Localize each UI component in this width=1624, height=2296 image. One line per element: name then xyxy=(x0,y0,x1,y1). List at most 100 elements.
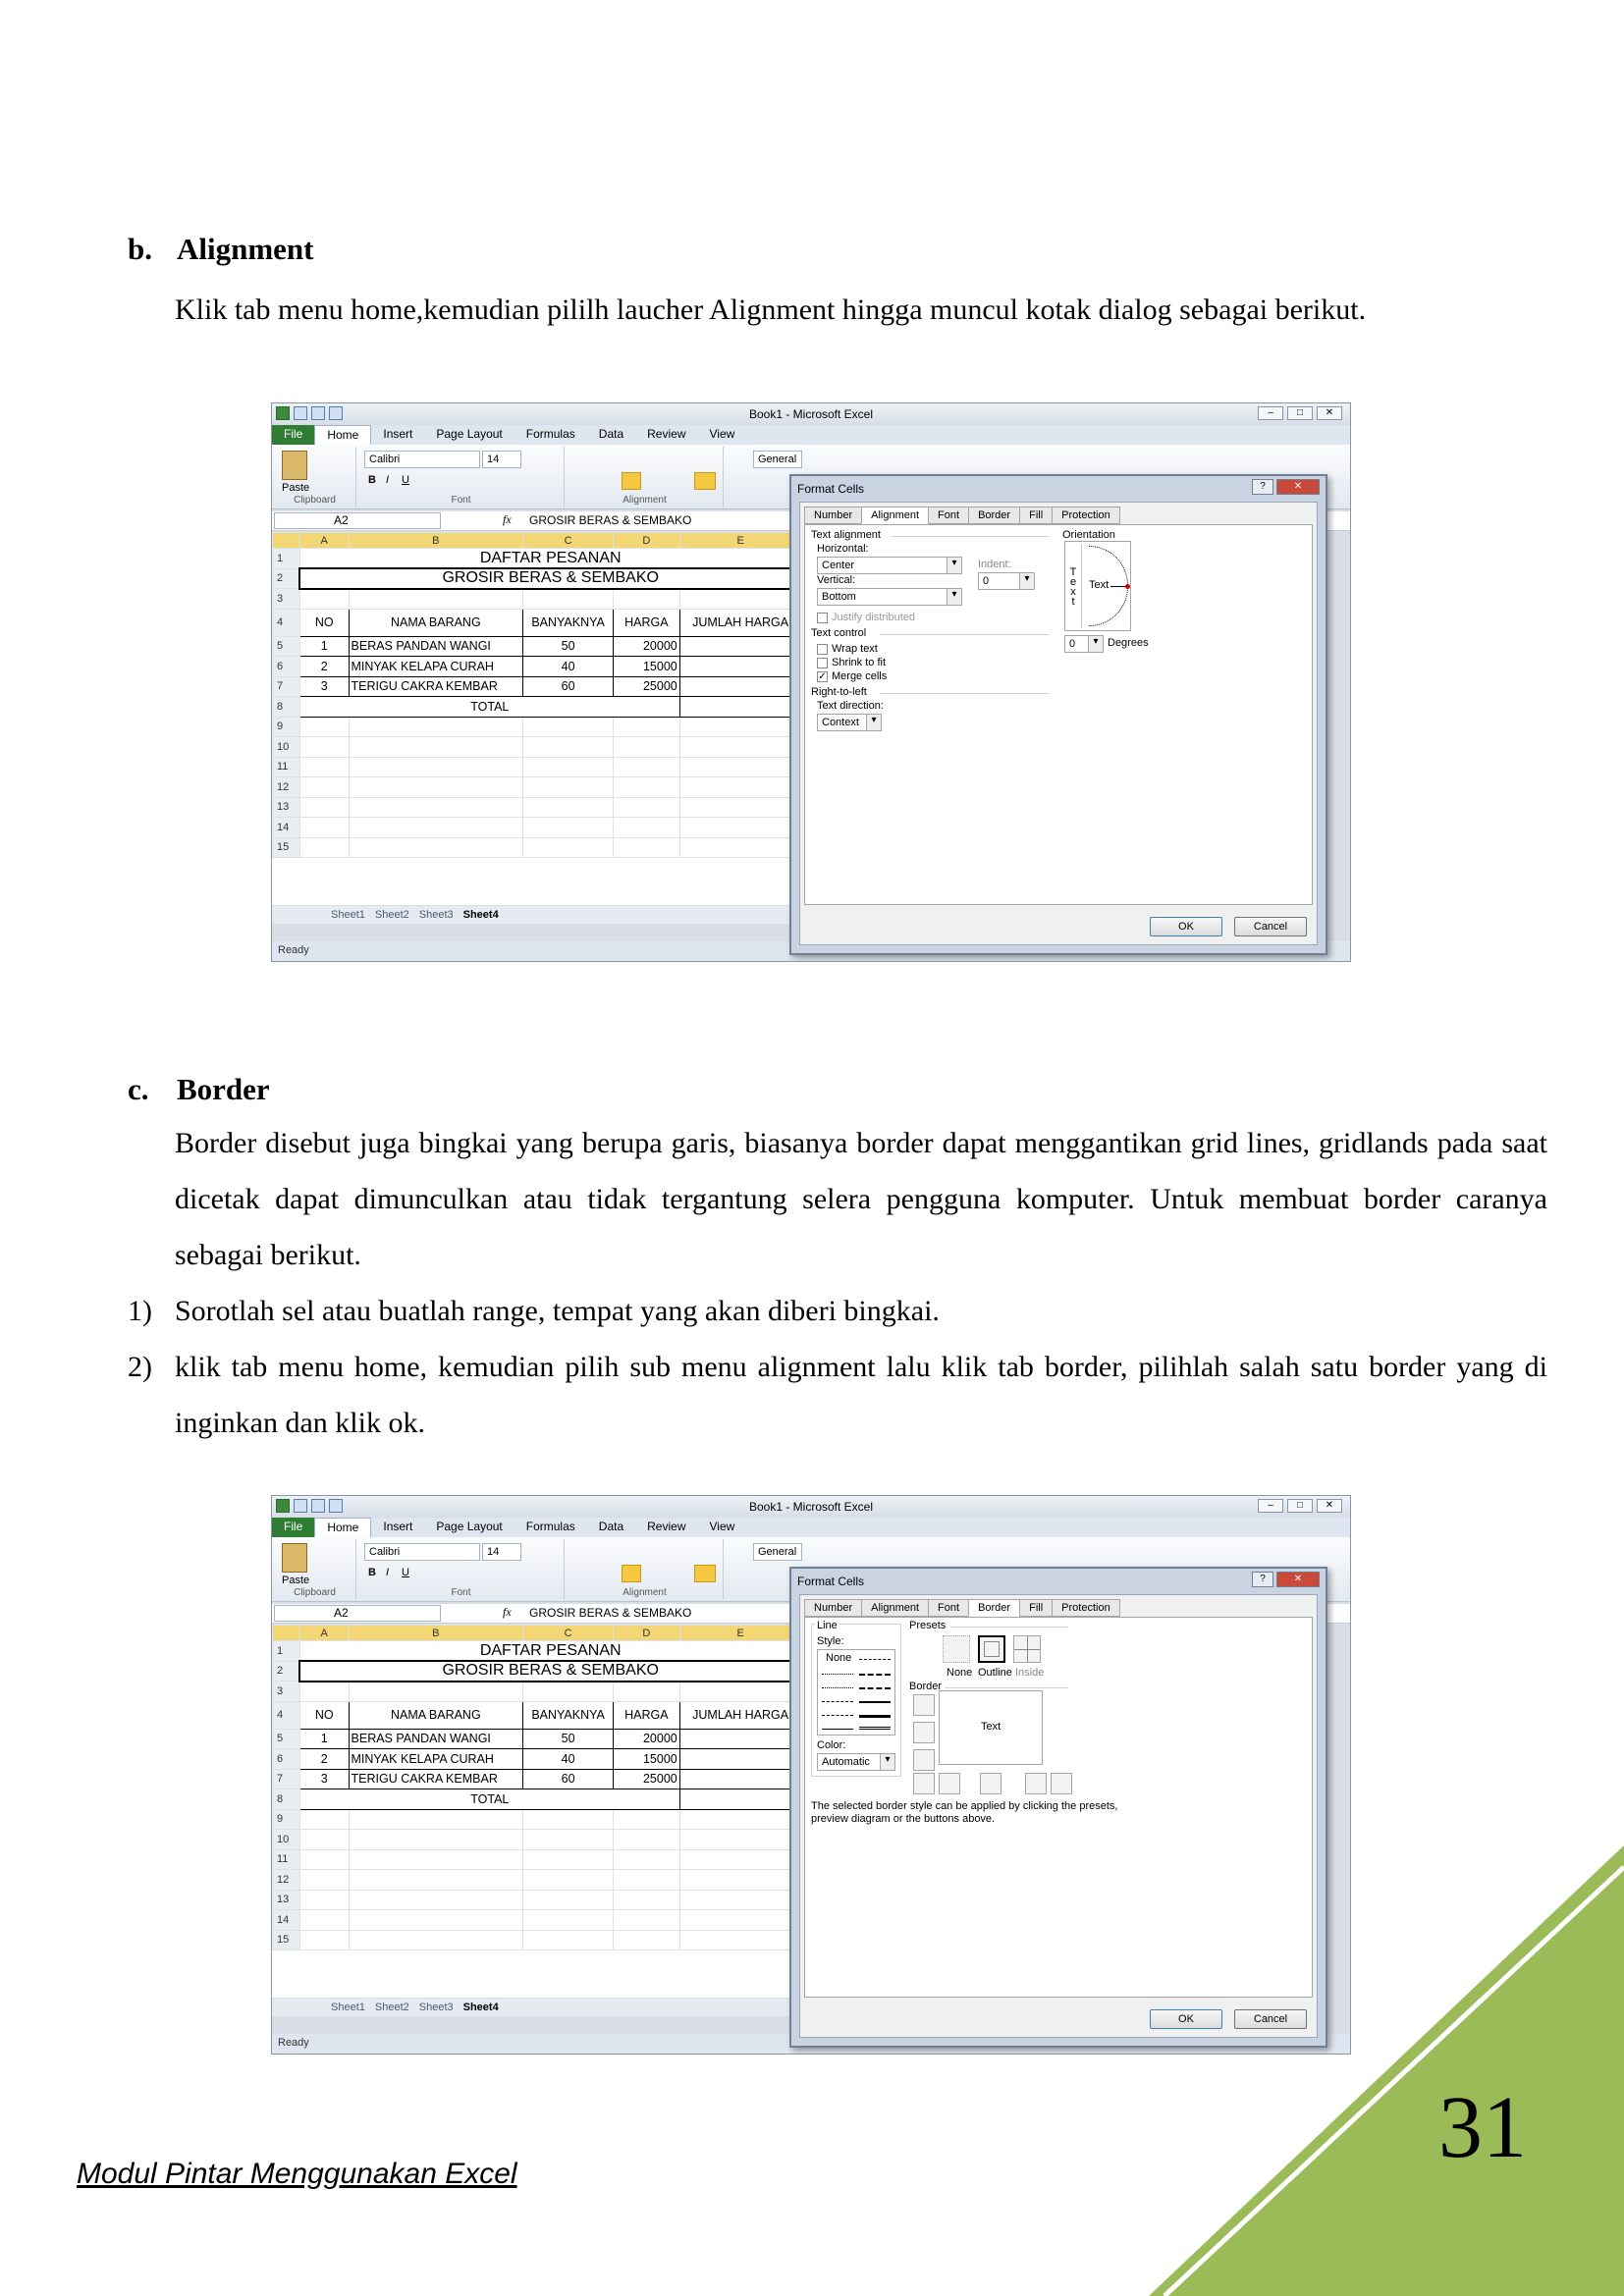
vertical-select: Bottom xyxy=(817,588,962,606)
indent-input: 0 xyxy=(978,572,1035,590)
underline-button: U xyxy=(402,1567,409,1578)
border-bottom-icon xyxy=(913,1749,935,1771)
border-diag-down-icon xyxy=(1051,1773,1072,1794)
col-header: A xyxy=(298,1625,350,1641)
table-cell: 15000 xyxy=(613,1748,680,1770)
color-select: Automatic xyxy=(817,1753,895,1771)
section-c-letter: c. xyxy=(128,1072,149,1106)
window-title: Book1 - Microsoft Excel xyxy=(748,1500,874,1514)
corner-triangle-decoration xyxy=(1149,1845,1624,2296)
excel-title-bar: Book1 - Microsoft Excel – □ ✕ xyxy=(272,403,1350,425)
sheet-tab: Sheet1 xyxy=(331,909,365,921)
help-icon: ? xyxy=(1252,1572,1273,1587)
orientation-text: Text xyxy=(1089,579,1110,591)
row-header: 6 xyxy=(272,1748,300,1770)
row-header: 10 xyxy=(272,736,300,758)
font-group: Calibri 14 B I U Font xyxy=(358,1539,565,1600)
text-alignment-label: Text alignment xyxy=(811,529,881,541)
wrap-text-checkbox: Wrap text xyxy=(817,643,878,655)
number-format-box: General xyxy=(753,1543,802,1561)
ribbon-tabs: File Home Insert Page Layout Formulas Da… xyxy=(272,425,1350,445)
row-header: 9 xyxy=(272,1808,300,1830)
header-cell: BANYAKNYA xyxy=(522,1700,615,1730)
header-cell: JUMLAH HARGA xyxy=(678,608,802,637)
step-1: 1) Sorotlah sel atau buatlah range, temp… xyxy=(128,1283,1547,1339)
row-header: 5 xyxy=(272,1728,300,1749)
dialog-close-icon: ✕ xyxy=(1276,479,1320,495)
title-cell: DAFTAR PESANAN xyxy=(298,1640,802,1662)
font-group-label: Font xyxy=(451,495,471,506)
row-header: 5 xyxy=(272,635,300,657)
section-c-heading: c. Border xyxy=(128,1072,270,1107)
col-header: E xyxy=(678,1625,802,1641)
dtab-border: Border xyxy=(968,507,1021,524)
worksheet-grid: ABCDE 1 DAFTAR PESANAN 2 GROSIR BERAS & SE… xyxy=(272,1625,802,1998)
border-note: The selected border style can be applied… xyxy=(811,1800,1118,1825)
step-number: 1) xyxy=(128,1295,152,1327)
row-header: 3 xyxy=(272,1681,300,1702)
header-cell: NAMA BARANG xyxy=(348,608,524,637)
row-header: 1 xyxy=(272,1640,300,1662)
minimize-icon: – xyxy=(1258,1499,1283,1513)
degrees-input: 0 xyxy=(1064,635,1104,653)
preset-inside-icon xyxy=(1013,1635,1041,1663)
dialog-tabs: Number Alignment Font Border Fill Protec… xyxy=(804,507,1120,524)
row-header: 3 xyxy=(272,588,300,610)
dialog-title: Format Cells xyxy=(797,482,865,496)
indent-label: Indent: xyxy=(978,559,1011,570)
preset-none-label: None xyxy=(947,1667,973,1679)
tab-formulas: Formulas xyxy=(525,427,575,441)
merge-cells-checkbox: ✓ Merge cells xyxy=(817,670,888,682)
table-cell: 2 xyxy=(298,1748,350,1770)
sheet-tab: Sheet2 xyxy=(374,909,409,921)
header-cell: NO xyxy=(298,1700,350,1730)
preset-none-icon xyxy=(943,1635,970,1663)
header-cell: JUMLAH HARGA xyxy=(678,1700,802,1730)
row-header: 15 xyxy=(272,1929,300,1950)
table-cell: 2 xyxy=(298,656,350,677)
col-header: D xyxy=(613,532,680,549)
text-control-label: Text control xyxy=(811,627,867,639)
section-c-title: Border xyxy=(177,1072,270,1106)
format-cells-dialog: Format Cells ? ✕ Number Alignment Font Bo… xyxy=(789,474,1327,955)
table-cell: MINYAK KELAPA CURAH xyxy=(348,656,524,677)
sheet-tabs: Sheet1 Sheet2 Sheet3 Sheet4 xyxy=(272,1999,802,2016)
table-cell: 25000 xyxy=(613,1768,680,1789)
close-icon: ✕ xyxy=(1317,406,1342,420)
step-text: klik tab menu home, kemudian pilih sub m… xyxy=(175,1351,1547,1439)
subtitle-cell: GROSIR BERAS & SEMBAKO xyxy=(298,567,802,590)
table-cell: 25000 xyxy=(613,675,680,697)
col-header: C xyxy=(522,532,615,549)
dialog-close-icon: ✕ xyxy=(1276,1572,1320,1587)
dtab-fill: Fill xyxy=(1019,1599,1054,1617)
dtab-alignment: Alignment xyxy=(861,1599,930,1617)
table-cell: 3 xyxy=(298,675,350,697)
page-number: 31 xyxy=(1438,2079,1527,2176)
merge-center-icon xyxy=(694,1565,716,1582)
border-right-icon xyxy=(1025,1773,1047,1794)
table-cell: 60 xyxy=(522,1768,615,1789)
border-preview: Text xyxy=(939,1690,1043,1765)
merge-center-icon xyxy=(694,472,716,490)
col-header: A xyxy=(298,532,350,549)
clipboard-group-label: Clipboard xyxy=(294,495,336,506)
window-title: Book1 - Microsoft Excel xyxy=(748,407,874,421)
italic-button: I xyxy=(386,1567,390,1578)
center-align-icon xyxy=(622,1565,641,1582)
maximize-icon: □ xyxy=(1287,406,1313,420)
row-header: 7 xyxy=(272,675,300,697)
sheet-tab: Sheet2 xyxy=(374,2002,409,2013)
table-cell: 40 xyxy=(522,1748,615,1770)
font-name-box: Calibri xyxy=(364,451,480,468)
sheet-tab-active: Sheet4 xyxy=(462,909,499,921)
row-header: 6 xyxy=(272,656,300,677)
col-header: B xyxy=(348,1625,524,1641)
formula-value: GROSIR BERAS & SEMBAKO xyxy=(529,513,692,527)
alignment-group: Alignment xyxy=(567,1539,724,1600)
tab-insert: Insert xyxy=(383,427,413,441)
sheet-tab: Sheet3 xyxy=(418,909,454,921)
name-box: A2 xyxy=(274,512,441,529)
header-cell: BANYAKNYA xyxy=(522,608,615,637)
tab-page-layout: Page Layout xyxy=(436,1520,503,1533)
dtab-protection: Protection xyxy=(1052,507,1120,524)
